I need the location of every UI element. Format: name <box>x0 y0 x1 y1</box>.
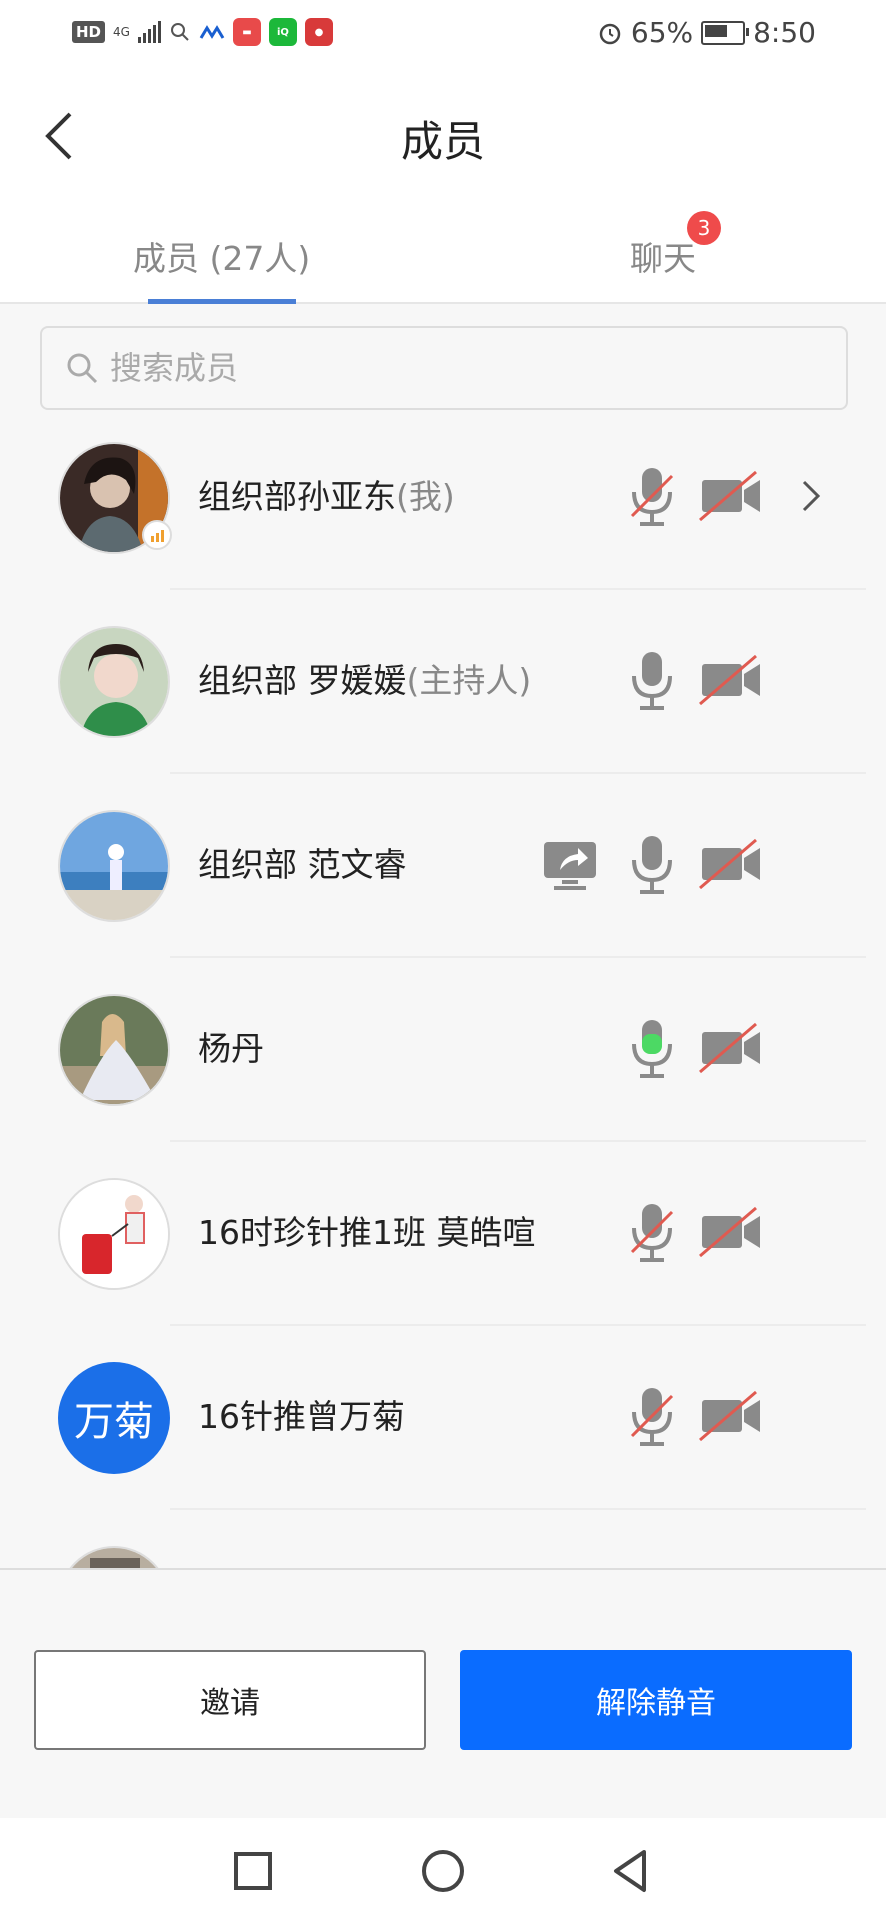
recents-icon[interactable] <box>228 1846 278 1896</box>
camera-off-icon[interactable] <box>698 464 764 528</box>
invite-button[interactable]: 邀请 <box>34 1650 426 1750</box>
page-title: 成员 <box>400 117 485 166</box>
member-name: 组织部 罗媛媛(主持人) <box>198 661 532 700</box>
mic-on-icon[interactable] <box>624 648 680 712</box>
avatar <box>58 810 170 922</box>
member-name: 杨丹 <box>198 1029 264 1068</box>
avatar <box>58 1546 170 1568</box>
member-row[interactable]: 组织部孙亚东(我) <box>0 406 886 590</box>
screen-share-icon[interactable] <box>540 832 600 896</box>
home-icon[interactable] <box>418 1846 468 1896</box>
member-row[interactable]: 组织部 范文睿 <box>0 774 886 958</box>
system-nav-bar <box>0 1818 886 1920</box>
camera-off-icon[interactable] <box>698 648 764 712</box>
tab-bar: 成员 (27人) 聊天 3 <box>0 206 886 304</box>
chat-unread-badge: 3 <box>687 211 721 245</box>
iqiyi-app-icon: iQ <box>268 18 297 46</box>
hd-indicator: HD <box>72 21 106 43</box>
footer-actions: 邀请 解除静音 <box>0 1568 886 1820</box>
clock: 8:50 <box>753 16 816 49</box>
avatar <box>58 994 170 1106</box>
mic-muted-icon[interactable] <box>624 1200 680 1264</box>
app-notification-icon <box>199 25 225 39</box>
camera-off-icon[interactable] <box>698 1384 764 1448</box>
mic-muted-icon[interactable] <box>624 1384 680 1448</box>
avatar <box>58 1178 170 1290</box>
member-row[interactable] <box>0 1510 886 1568</box>
recorder-app-icon: ● <box>304 18 333 46</box>
battery-percent: 65% <box>630 16 694 49</box>
mic-muted-icon[interactable] <box>624 464 680 528</box>
signal-icon <box>137 21 161 43</box>
member-name: 组织部孙亚东(我) <box>198 477 455 516</box>
tab-chat[interactable]: 聊天 <box>630 232 696 280</box>
member-row[interactable]: 杨丹 <box>0 958 886 1142</box>
member-name: 16时珍针推1班 莫皓喧 <box>198 1213 536 1252</box>
back-nav-icon[interactable] <box>606 1846 656 1896</box>
member-row[interactable]: 万菊 16针推曾万菊 <box>0 1326 886 1510</box>
camera-off-icon[interactable] <box>698 832 764 896</box>
member-name: 16针推曾万菊 <box>198 1397 405 1436</box>
alarm-icon <box>599 23 621 44</box>
camera-off-icon[interactable] <box>698 1200 764 1264</box>
header: 成员 <box>0 66 886 206</box>
search-box[interactable] <box>40 326 848 410</box>
chevron-right-icon[interactable] <box>796 468 826 524</box>
huawei-app-icon: ▬ <box>232 18 261 46</box>
search-icon <box>67 353 98 384</box>
member-name: 组织部 范文睿 <box>198 845 407 884</box>
battery-icon <box>701 20 750 45</box>
mic-speaking-icon[interactable] <box>624 1016 680 1080</box>
status-bar: HD 4G ▬ iQ ● 65% 8:50 <box>0 0 886 66</box>
tab-members[interactable]: 成员 (27人) <box>133 232 310 280</box>
member-list-panel: 组织部孙亚东(我) 组织部 罗媛媛(主持人) 组织部 范文睿 杨丹 <box>0 304 886 1568</box>
avatar: 万菊 <box>58 1362 170 1474</box>
camera-off-icon[interactable] <box>698 1016 764 1080</box>
network-type: 4G <box>113 25 130 39</box>
audio-level-icon <box>142 520 172 550</box>
avatar <box>58 626 170 738</box>
member-row[interactable]: 16时珍针推1班 莫皓喧 <box>0 1142 886 1326</box>
mic-on-icon[interactable] <box>624 832 680 896</box>
member-row[interactable]: 组织部 罗媛媛(主持人) <box>0 590 886 774</box>
unmute-button[interactable]: 解除静音 <box>460 1650 852 1750</box>
search-input[interactable] <box>108 348 812 388</box>
search-status-icon <box>170 23 189 41</box>
